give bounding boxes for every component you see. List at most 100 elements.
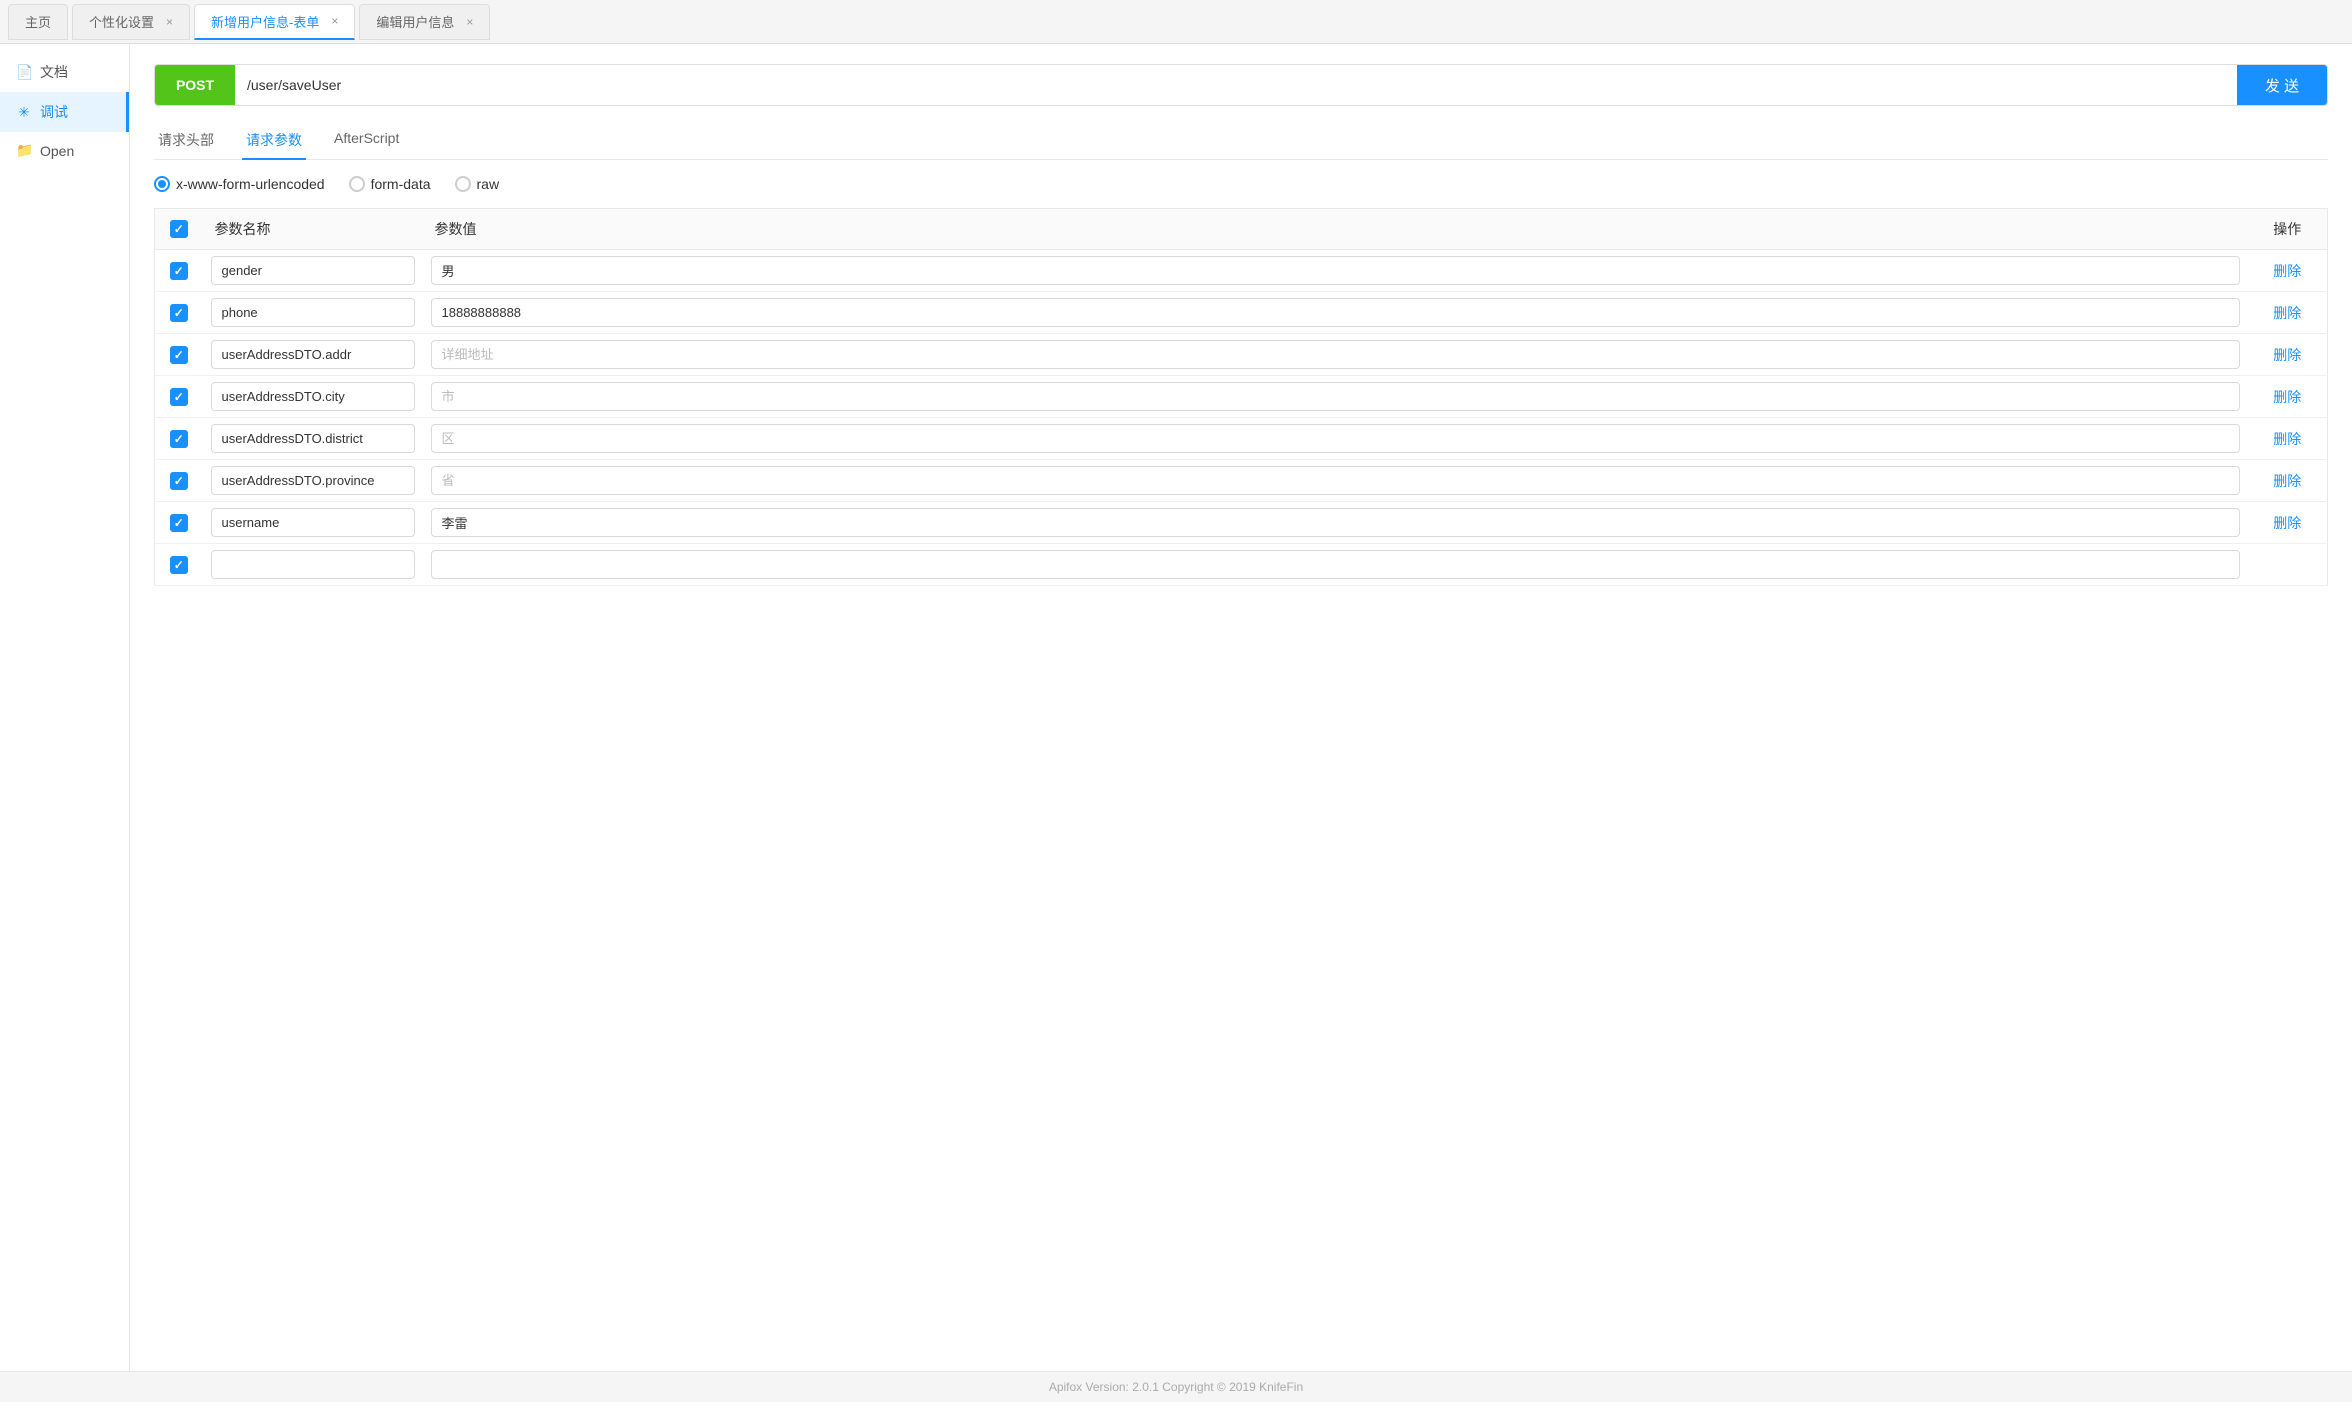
radio-form-data-circle <box>349 176 365 192</box>
row-1-value-input[interactable] <box>431 298 2240 327</box>
row-0-checkbox[interactable] <box>170 262 188 280</box>
row-6-value-input[interactable] <box>431 508 2240 537</box>
sidebar-item-docs[interactable]: 📄 文档 <box>0 52 129 92</box>
row-name-cell <box>203 544 423 586</box>
row-check-cell <box>155 460 203 502</box>
row-7-name-input[interactable] <box>211 550 415 579</box>
url-input[interactable] <box>235 65 2237 105</box>
row-6-delete-button[interactable]: 删除 <box>2273 515 2301 531</box>
row-5-value-input[interactable] <box>431 466 2240 495</box>
header-checkbox[interactable] <box>170 220 188 238</box>
row-5-delete-button[interactable]: 删除 <box>2273 473 2301 489</box>
row-action-cell: 删除 <box>2248 418 2328 460</box>
sidebar-open-label: Open <box>40 143 74 159</box>
tab-add-user[interactable]: 新增用户信息-表单 × <box>194 4 355 40</box>
row-1-checkbox[interactable] <box>170 304 188 322</box>
row-2-name-input[interactable] <box>211 340 415 369</box>
col-header-param-name: 参数名称 <box>203 209 423 250</box>
row-check-cell <box>155 418 203 460</box>
footer: Apifox Version: 2.0.1 Copyright © 2019 K… <box>0 1371 2352 1402</box>
table-row: 删除 <box>155 502 2328 544</box>
sub-tab-request-header[interactable]: 请求头部 <box>154 122 218 160</box>
tab-edit-user-close[interactable]: × <box>466 15 473 29</box>
sidebar-item-open[interactable]: 📁 Open <box>0 132 129 169</box>
params-table: 参数名称 参数值 操作 删除删除删除删除删除删除删除 <box>154 208 2328 586</box>
radio-x-www[interactable]: x-www-form-urlencoded <box>154 176 325 192</box>
row-6-checkbox[interactable] <box>170 514 188 532</box>
row-7-value-input[interactable] <box>431 550 2240 579</box>
row-action-cell: 删除 <box>2248 502 2328 544</box>
table-row: 删除 <box>155 460 2328 502</box>
row-action-cell: 删除 <box>2248 334 2328 376</box>
row-3-delete-button[interactable]: 删除 <box>2273 389 2301 405</box>
open-icon: 📁 <box>16 142 32 159</box>
radio-x-www-label: x-www-form-urlencoded <box>176 176 325 192</box>
document-icon: 📄 <box>16 64 32 81</box>
row-name-cell <box>203 334 423 376</box>
tab-home-label: 主页 <box>25 12 51 31</box>
col-header-check <box>155 209 203 250</box>
row-check-cell <box>155 292 203 334</box>
row-value-cell <box>423 334 2248 376</box>
send-button[interactable]: 发 送 <box>2237 65 2327 105</box>
row-action-cell: 删除 <box>2248 292 2328 334</box>
row-name-cell <box>203 418 423 460</box>
row-3-checkbox[interactable] <box>170 388 188 406</box>
row-value-cell <box>423 544 2248 586</box>
row-0-value-input[interactable] <box>431 256 2240 285</box>
row-4-checkbox[interactable] <box>170 430 188 448</box>
row-check-cell <box>155 544 203 586</box>
row-value-cell <box>423 418 2248 460</box>
tab-settings-close[interactable]: × <box>166 15 173 29</box>
tab-edit-user[interactable]: 编辑用户信息 × <box>359 4 490 40</box>
tab-home[interactable]: 主页 <box>8 4 68 40</box>
http-method-badge: POST <box>155 65 235 105</box>
table-row: 删除 <box>155 250 2328 292</box>
sub-tab-request-params[interactable]: 请求参数 <box>242 122 306 160</box>
row-check-cell <box>155 334 203 376</box>
row-value-cell <box>423 502 2248 544</box>
table-row <box>155 544 2328 586</box>
row-4-delete-button[interactable]: 删除 <box>2273 431 2301 447</box>
row-1-delete-button[interactable]: 删除 <box>2273 305 2301 321</box>
table-header-row: 参数名称 参数值 操作 <box>155 209 2328 250</box>
row-6-name-input[interactable] <box>211 508 415 537</box>
row-0-delete-button[interactable]: 删除 <box>2273 263 2301 279</box>
sidebar-item-debug[interactable]: ✳ 调试 <box>0 92 129 132</box>
radio-raw[interactable]: raw <box>455 176 500 192</box>
row-value-cell <box>423 250 2248 292</box>
tab-settings-label: 个性化设置 <box>89 12 154 31</box>
table-row: 删除 <box>155 418 2328 460</box>
row-7-checkbox[interactable] <box>170 556 188 574</box>
tab-bar: 主页 个性化设置 × 新增用户信息-表单 × 编辑用户信息 × <box>0 0 2352 44</box>
row-3-name-input[interactable] <box>211 382 415 411</box>
row-5-name-input[interactable] <box>211 466 415 495</box>
row-0-name-input[interactable] <box>211 256 415 285</box>
row-3-value-input[interactable] <box>431 382 2240 411</box>
row-action-cell: 删除 <box>2248 460 2328 502</box>
row-1-name-input[interactable] <box>211 298 415 327</box>
col-header-action: 操作 <box>2248 209 2328 250</box>
row-value-cell <box>423 460 2248 502</box>
sub-tab-after-script[interactable]: AfterScript <box>330 122 403 160</box>
row-check-cell <box>155 376 203 418</box>
radio-form-data[interactable]: form-data <box>349 176 431 192</box>
row-2-checkbox[interactable] <box>170 346 188 364</box>
row-2-value-input[interactable] <box>431 340 2240 369</box>
row-4-value-input[interactable] <box>431 424 2240 453</box>
row-5-checkbox[interactable] <box>170 472 188 490</box>
tab-settings[interactable]: 个性化设置 × <box>72 4 190 40</box>
table-row: 删除 <box>155 376 2328 418</box>
tab-add-user-close[interactable]: × <box>331 14 338 28</box>
col-header-param-value: 参数值 <box>423 209 2248 250</box>
row-action-cell: 删除 <box>2248 250 2328 292</box>
row-2-delete-button[interactable]: 删除 <box>2273 347 2301 363</box>
row-check-cell <box>155 502 203 544</box>
main-layout: 📄 文档 ✳ 调试 📁 Open POST 发 送 请求头部 请求参数 <box>0 44 2352 1402</box>
table-row: 删除 <box>155 292 2328 334</box>
sub-tabs: 请求头部 请求参数 AfterScript <box>154 122 2328 160</box>
row-4-name-input[interactable] <box>211 424 415 453</box>
radio-form-data-label: form-data <box>371 176 431 192</box>
row-name-cell <box>203 376 423 418</box>
url-bar: POST 发 送 <box>154 64 2328 106</box>
